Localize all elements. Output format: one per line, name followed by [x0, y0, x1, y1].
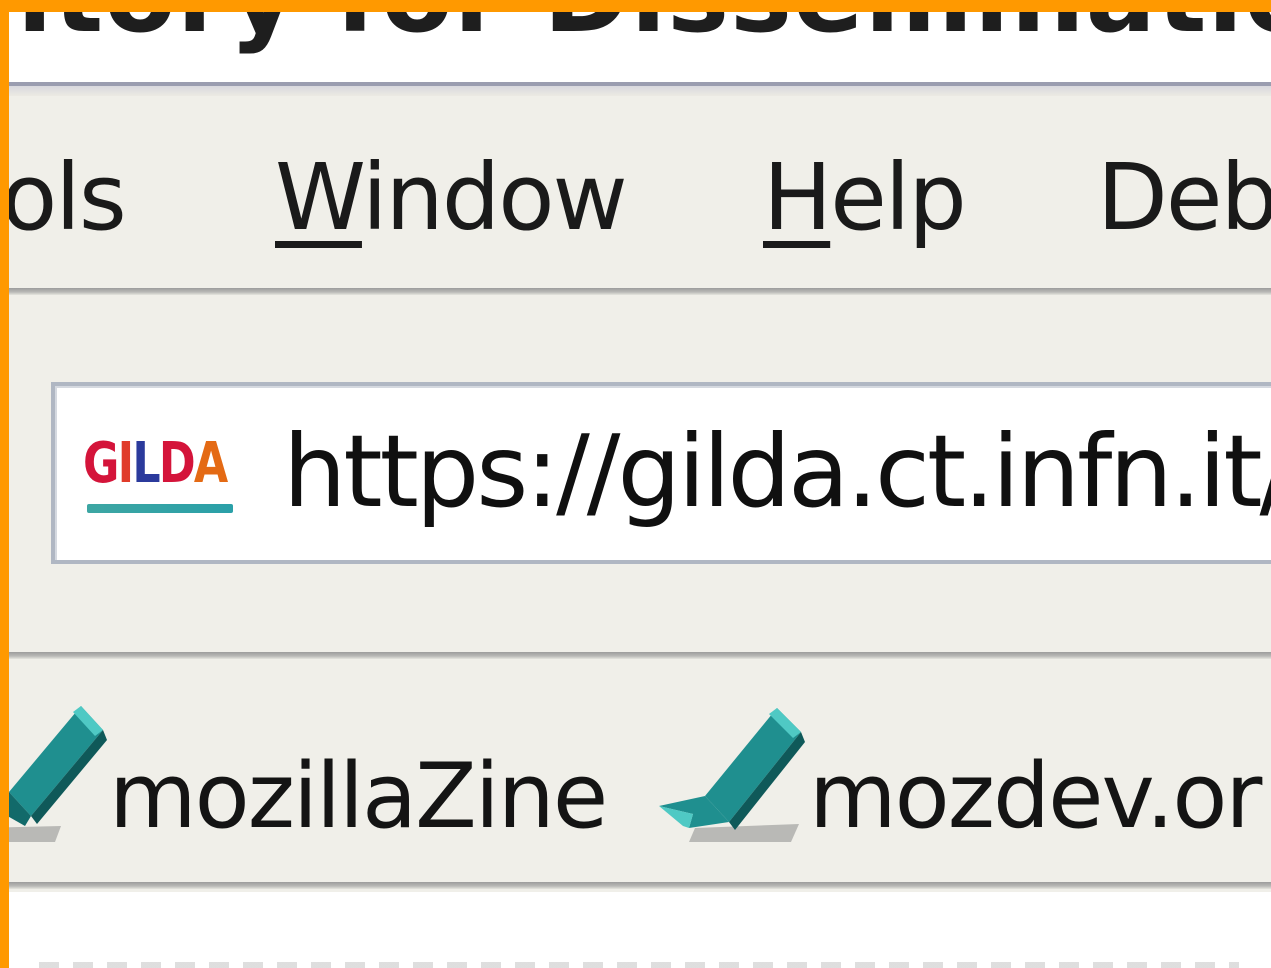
page-content: [9, 892, 1271, 968]
menu-help-accel: H: [763, 144, 832, 251]
menu-help-label: elp: [830, 144, 967, 251]
menu-debug-label: Deb: [1097, 144, 1271, 251]
menu-tools[interactable]: ols: [9, 152, 127, 244]
menu-window-label: indow: [361, 144, 628, 251]
site-favicon-icon: GILDA: [83, 436, 233, 518]
content-text-fragment: [39, 962, 1239, 968]
browser-window: itory for Disseminatio ols Window Help D…: [9, 12, 1271, 968]
bookmarks-toolbar: mozillaZine mozdev.or: [9, 660, 1271, 882]
url-bar[interactable]: GILDA https://gilda.ct.infn.it/: [51, 382, 1271, 564]
window-title: itory for Disseminatio: [17, 12, 1271, 56]
url-text[interactable]: https://gilda.ct.infn.it/: [283, 422, 1271, 522]
favicon-underline: [87, 504, 233, 513]
title-bar: itory for Disseminatio: [9, 12, 1271, 82]
bookmark-label: mozillaZine: [109, 744, 608, 849]
favicon-letters: GILDA: [83, 436, 228, 492]
navbar-separator: [9, 652, 1271, 659]
menu-bar: ols Window Help Deb: [9, 96, 1271, 288]
bookmarks-separator: [9, 882, 1271, 889]
favicon-letter-d: D: [158, 431, 196, 496]
menu-window[interactable]: Window: [275, 152, 628, 244]
menu-help[interactable]: Help: [763, 152, 967, 244]
favicon-letter-i: I: [117, 431, 134, 496]
bookmark-icon: [659, 708, 805, 842]
bookmark-label: mozdev.or: [809, 744, 1262, 849]
menu-window-accel: W: [275, 144, 364, 251]
favicon-letter-l: L: [132, 431, 160, 496]
menu-tools-label: ols: [9, 144, 127, 251]
favicon-letter-g: G: [83, 431, 119, 496]
navigation-toolbar: GILDA https://gilda.ct.infn.it/: [9, 296, 1271, 652]
menubar-separator: [9, 288, 1271, 295]
title-separator: [9, 82, 1271, 96]
favicon-letter-a: A: [193, 431, 228, 496]
menu-debug[interactable]: Deb: [1097, 152, 1271, 244]
